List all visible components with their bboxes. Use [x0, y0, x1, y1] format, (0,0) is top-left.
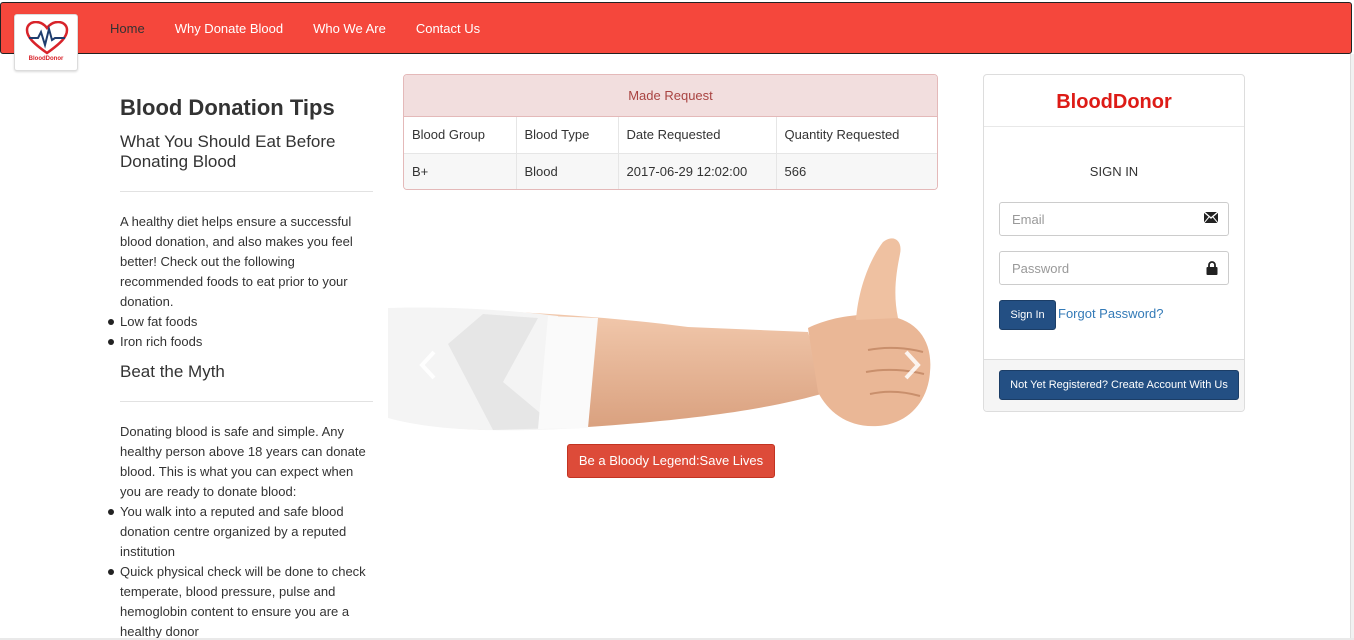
- signin-heading: SIGN IN: [1089, 164, 1139, 179]
- column-header: Blood Type: [516, 117, 619, 154]
- myth-heading: Beat the Myth: [120, 362, 225, 381]
- table-header-row: Blood Group Blood Type Date Requested Qu…: [404, 117, 937, 154]
- table-cell: 566: [776, 153, 937, 189]
- list-item: Quick physical check will be done to che…: [108, 562, 373, 640]
- chevron-right-icon[interactable]: [902, 350, 922, 380]
- myth-list: You walk into a reputed and safe blood d…: [108, 502, 373, 640]
- request-table: Blood Group Blood Type Date Requested Qu…: [404, 117, 937, 189]
- column-header: Blood Group: [404, 117, 517, 154]
- envelope-icon: [1204, 212, 1218, 223]
- password-input[interactable]: [1000, 252, 1190, 284]
- panel-title: Made Request: [404, 75, 937, 117]
- tips-title: Blood Donation Tips: [120, 95, 335, 120]
- create-account-button[interactable]: Not Yet Registered? Create Account With …: [999, 370, 1239, 400]
- login-panel: BloodDonor SIGN IN Sign In Forgot Passwo…: [983, 74, 1245, 412]
- divider: [120, 401, 373, 402]
- divider: [120, 191, 373, 192]
- nav-home[interactable]: Home: [96, 3, 159, 55]
- table-cell: Blood: [516, 153, 619, 189]
- sign-in-button[interactable]: Sign In: [999, 300, 1056, 330]
- email-input[interactable]: [1000, 203, 1190, 235]
- list-item: Low fat foods: [108, 312, 373, 332]
- nav-why-donate-blood[interactable]: Why Donate Blood: [161, 3, 297, 55]
- made-request-panel: Made Request Blood Group Blood Type Date…: [403, 74, 938, 190]
- heart-pulse-icon: [25, 21, 69, 55]
- tips-column: Blood Donation Tips What You Should Eat …: [108, 94, 373, 640]
- diet-list: Low fat foods Iron rich foods: [108, 312, 373, 352]
- bandaged-arm-thumbs-up-image: [388, 238, 931, 431]
- nav-who-we-are[interactable]: Who We Are: [299, 3, 400, 55]
- forgot-password-link[interactable]: Forgot Password?: [1058, 306, 1164, 321]
- image-carousel: [388, 232, 938, 437]
- save-lives-button[interactable]: Be a Bloody Legend:Save Lives: [567, 444, 775, 478]
- main-nav: Home Why Donate Blood Who We Are Contact…: [96, 3, 496, 55]
- email-field[interactable]: [999, 202, 1229, 236]
- scrollbar[interactable]: [1350, 54, 1354, 640]
- top-navbar: Home Why Donate Blood Who We Are Contact…: [0, 2, 1352, 54]
- diet-intro: A healthy diet helps ensure a successful…: [120, 214, 353, 309]
- myth-intro: Donating blood is safe and simple. Any h…: [120, 424, 366, 499]
- column-header: Quantity Requested: [776, 117, 937, 154]
- list-item: Iron rich foods: [108, 332, 373, 352]
- brand-logo[interactable]: BloodDonor: [14, 14, 78, 71]
- table-row: B+ Blood 2017-06-29 12:02:00 566: [404, 153, 937, 189]
- column-header: Date Requested: [618, 117, 777, 154]
- login-footer: Not Yet Registered? Create Account With …: [984, 359, 1244, 411]
- table-cell: 2017-06-29 12:02:00: [618, 153, 777, 189]
- lock-icon: [1206, 261, 1218, 275]
- brand-name: BloodDonor: [28, 56, 64, 62]
- password-field[interactable]: [999, 251, 1229, 285]
- list-item: You walk into a reputed and safe blood d…: [108, 502, 373, 562]
- login-title: BloodDonor: [984, 75, 1244, 127]
- table-cell: B+: [404, 153, 517, 189]
- chevron-left-icon[interactable]: [418, 350, 438, 380]
- nav-contact-us[interactable]: Contact Us: [402, 3, 494, 55]
- diet-heading: What You Should Eat Before Donating Bloo…: [120, 132, 336, 171]
